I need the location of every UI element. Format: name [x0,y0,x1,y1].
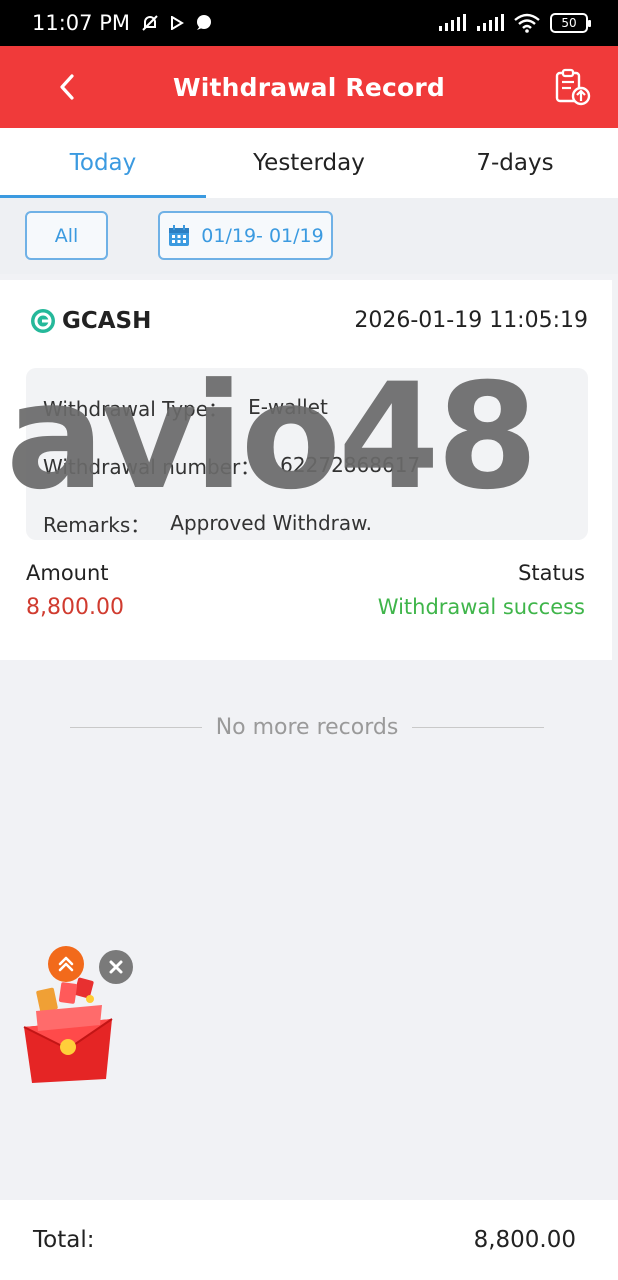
total-label: Total: [33,1227,95,1253]
withdrawal-record-card[interactable]: GCASH 2026-01-19 11:05:19 Withdrawal Typ… [0,280,612,660]
date-range-button[interactable]: 01/19- 01/19 [158,211,333,260]
detail-value: E-wallet [248,395,328,419]
amount-value: 8,800.00 [26,595,124,620]
record-datetime: 2026-01-19 11:05:19 [354,308,588,333]
detail-value: Approved Withdraw. [170,511,373,535]
detail-row-remarks: Remarks： Approved Withdraw. [43,494,588,552]
date-tabs: Today Yesterday 7-days [0,128,618,198]
detail-label: Withdrawal Type： [43,396,229,421]
detail-label: Withdrawal number： [43,454,261,479]
amount-label: Amount [26,561,109,585]
status-time: 11:07 PM [32,11,130,35]
wifi-icon [514,13,540,33]
status-bar: 11:07 PM 50 [0,0,618,46]
detail-value: 62272868617 [280,453,421,477]
chat-bubble-icon [194,14,212,32]
date-range-label: 01/19- 01/19 [201,224,324,247]
record-details: Withdrawal Type： E-wallet Withdrawal num… [26,368,588,540]
all-filter-button[interactable]: All [25,211,108,260]
chevron-left-icon [60,74,74,100]
no-more-records-text: No more records [215,714,399,740]
total-value: 8,800.00 [473,1227,576,1253]
app-header: Withdrawal Record [0,46,618,128]
red-envelope-gift-button[interactable] [18,975,118,1087]
detail-label: Remarks： [43,512,151,537]
play-icon [170,16,184,30]
tab-today[interactable]: Today [0,128,206,198]
filter-bar: All 01/19- 01/19 [0,198,618,274]
battery-level: 50 [561,16,577,30]
status-label: Status [518,561,585,585]
gcash-logo-icon [31,309,55,333]
close-icon [109,960,123,974]
detail-row-type: Withdrawal Type： E-wallet [43,378,588,436]
list-end-indicator: No more records [70,710,545,744]
double-chevron-up-icon [58,956,74,972]
export-record-button[interactable] [552,66,592,108]
mute-bell-icon [140,13,160,33]
total-bar: Total: 8,800.00 [0,1200,618,1280]
battery-icon: 50 [550,13,591,33]
provider: GCASH [30,308,151,334]
divider [412,726,545,728]
clipboard-upload-icon [555,68,591,106]
status-value: Withdrawal success [377,595,585,619]
page-title: Withdrawal Record [172,72,446,102]
provider-name: GCASH [62,308,152,334]
signal-icon [476,14,504,32]
divider [70,726,202,728]
tab-7-days[interactable]: 7-days [412,128,618,198]
back-button[interactable] [52,70,82,104]
calendar-icon [169,224,190,246]
tab-yesterday[interactable]: Yesterday [206,128,412,198]
red-envelope-gift-icon [23,977,113,1083]
signal-icon [438,14,466,32]
detail-row-number: Withdrawal number： 62272868617 [43,436,588,494]
